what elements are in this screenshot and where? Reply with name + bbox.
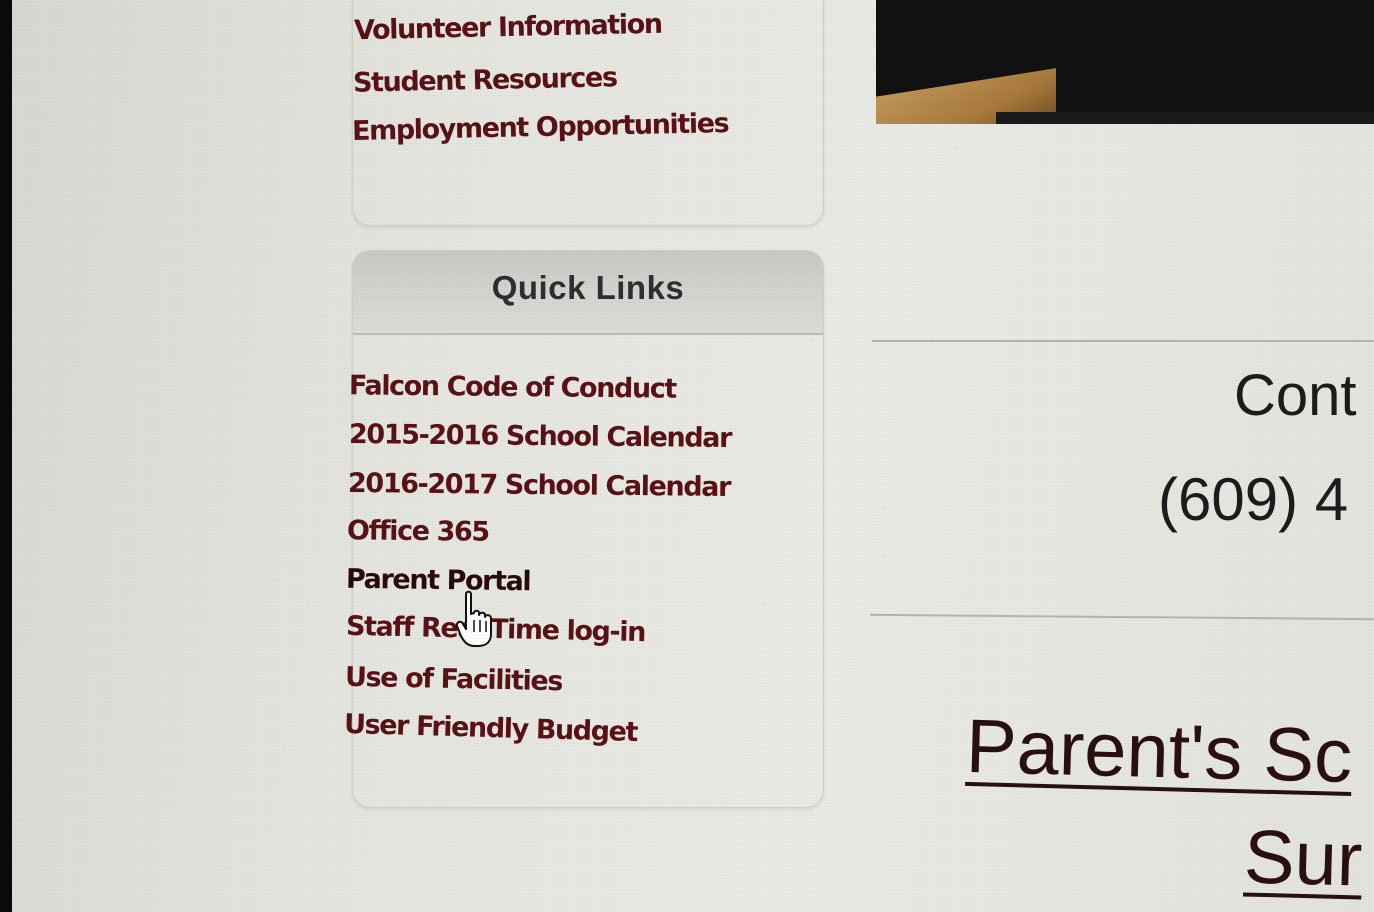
- parent-survey-link[interactable]: Parent's Sc: [965, 703, 1353, 800]
- quick-link-use-of-facilities[interactable]: Use of Facilities: [345, 662, 563, 698]
- divider-top: [872, 340, 1374, 342]
- quick-link-calendar-2016-2017[interactable]: 2016-2017 School Calendar: [348, 468, 730, 503]
- contact-heading: Cont: [1234, 363, 1357, 428]
- quick-links-title: Quick Links: [491, 269, 685, 306]
- photo-shadow-detail: [996, 112, 1374, 124]
- parent-survey-link-line2[interactable]: Sur: [1243, 813, 1364, 903]
- contact-phone: (609) 4: [1158, 466, 1349, 533]
- hand-pointer-icon: [456, 590, 492, 647]
- nav-link-student-resources[interactable]: Student Resources: [353, 62, 617, 99]
- header-photo: [876, 0, 1374, 124]
- nav-link-volunteer-information[interactable]: Volunteer Information: [354, 9, 662, 46]
- quick-link-office-365[interactable]: Office 365: [347, 515, 489, 547]
- quick-links-header: Quick Links: [353, 251, 823, 335]
- divider-bottom: [870, 613, 1374, 621]
- quick-link-parent-portal[interactable]: Parent Portal: [346, 564, 531, 598]
- quick-link-calendar-2015-2016[interactable]: 2015-2016 School Calendar: [349, 419, 731, 454]
- browser-viewport: Volunteer Information Student Resources …: [12, 0, 1374, 912]
- quick-link-code-of-conduct[interactable]: Falcon Code of Conduct: [349, 370, 676, 404]
